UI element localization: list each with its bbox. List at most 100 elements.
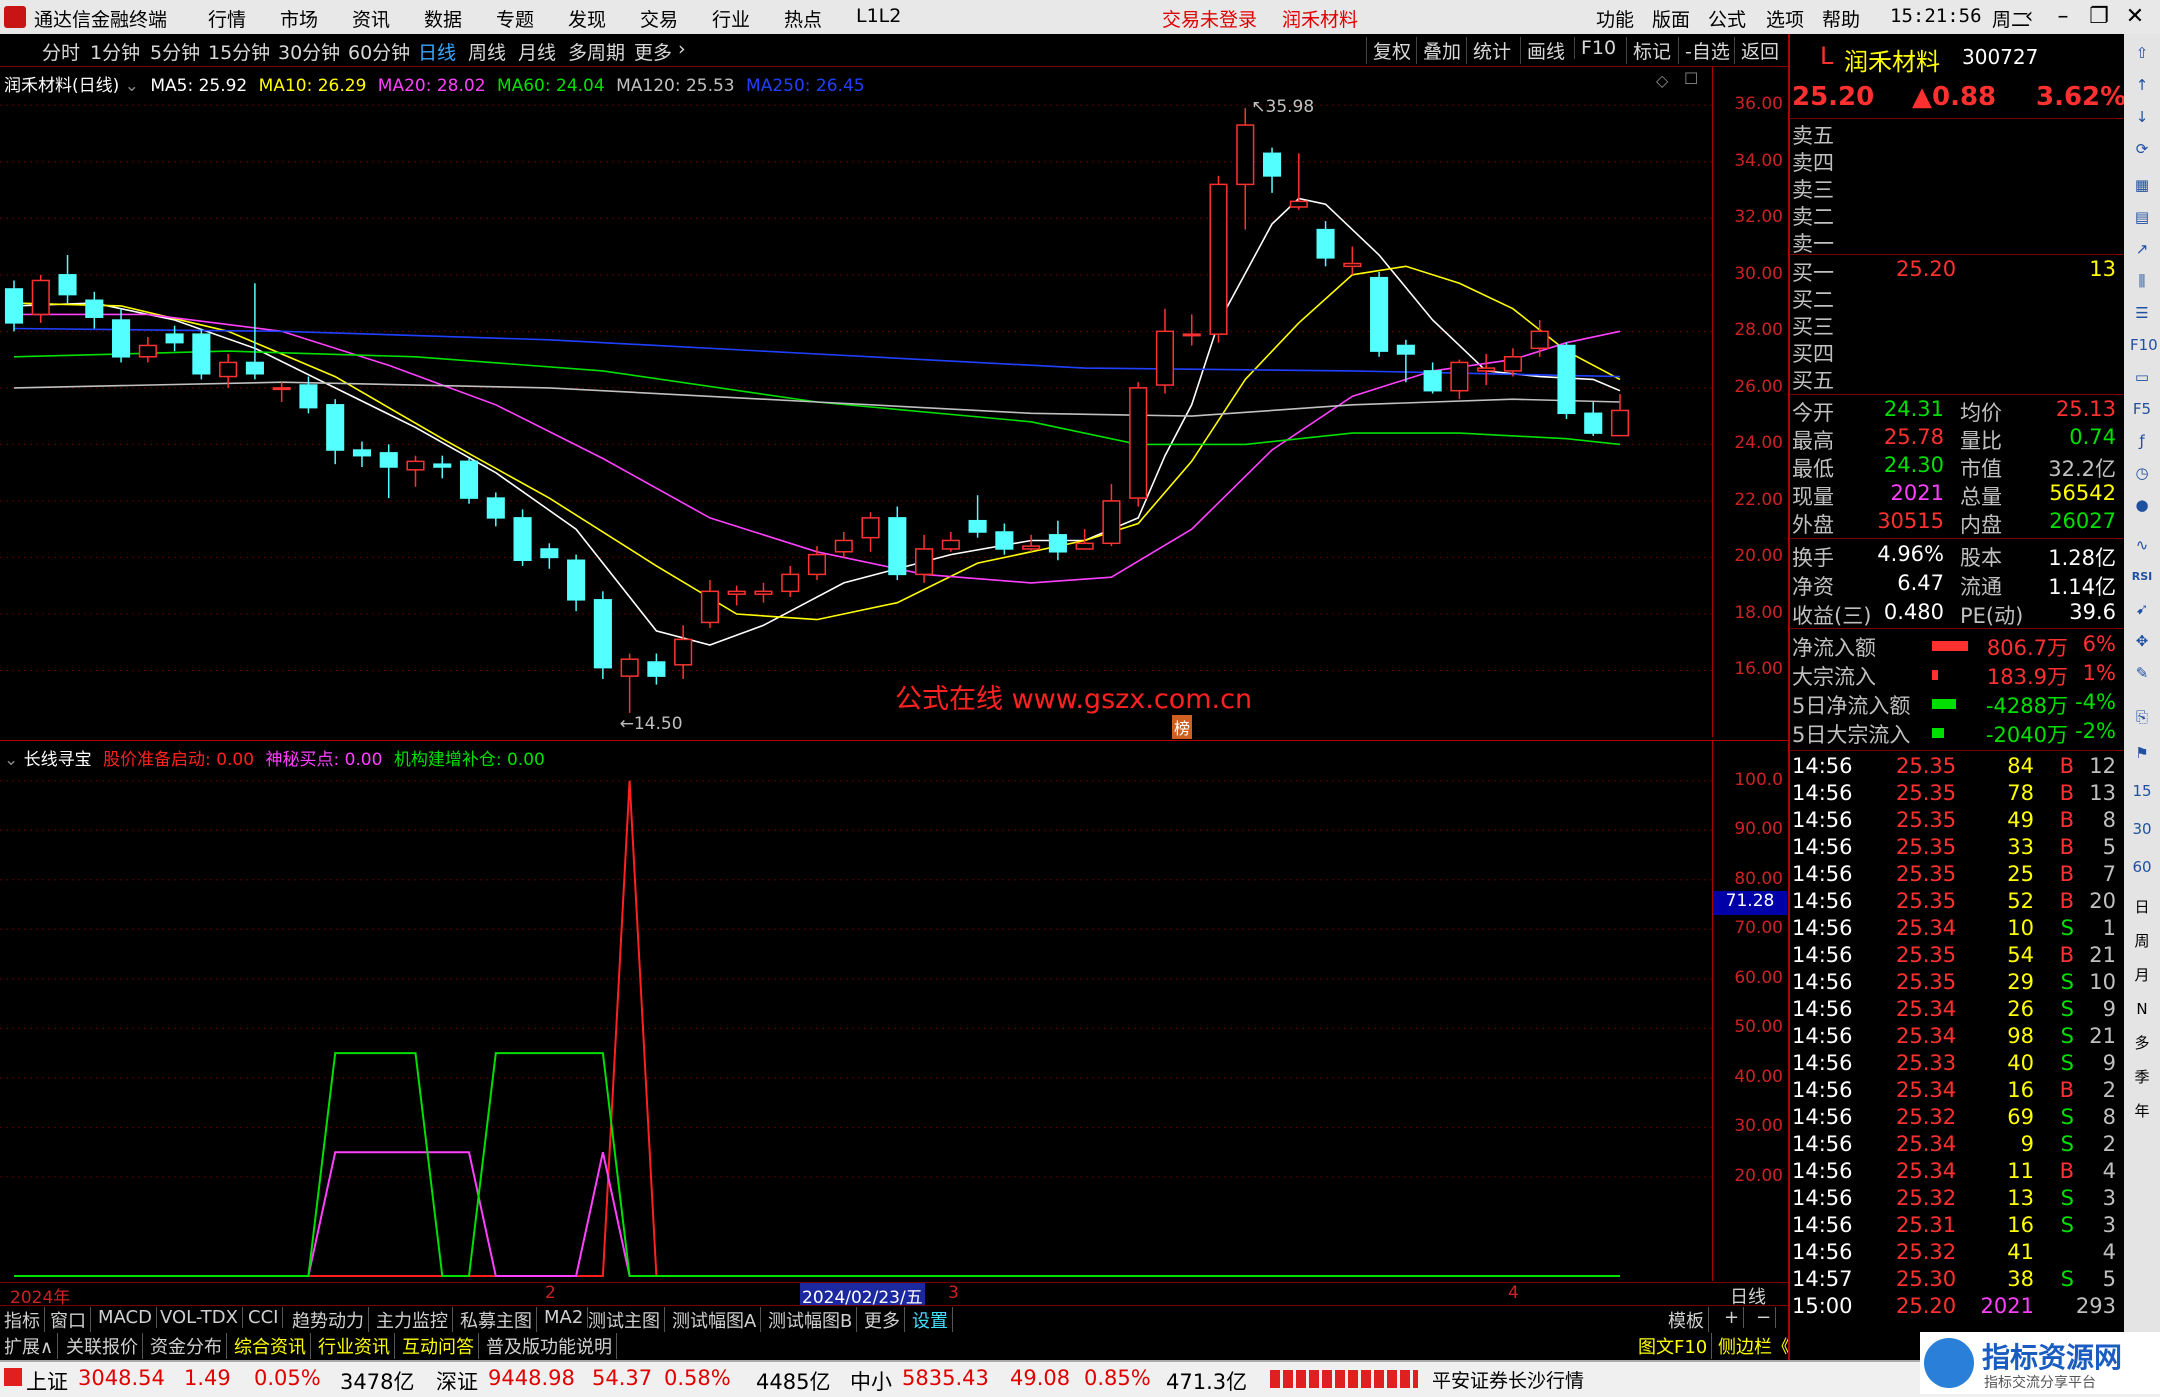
trade-row[interactable]: 14:56 25.35 33 B 5 xyxy=(1792,835,2122,862)
candle[interactable] xyxy=(58,255,77,304)
trade-row[interactable]: 14:56 25.35 84 B 12 xyxy=(1792,754,2122,781)
candle[interactable] xyxy=(1236,108,1255,230)
diamond-icon[interactable]: ◇ xyxy=(1656,71,1668,90)
flow-row[interactable]: 大宗流入 183.9万 1% xyxy=(1792,661,2122,689)
candle[interactable] xyxy=(433,455,452,479)
buy-level-row[interactable]: 买四 xyxy=(1792,338,2122,366)
side-month[interactable]: 月 xyxy=(2130,964,2154,986)
candle[interactable] xyxy=(1423,362,1442,394)
back-arrow-icon[interactable]: ‹ xyxy=(2014,3,2044,31)
buy-level-row[interactable]: 买五 xyxy=(1792,365,2122,393)
candle[interactable] xyxy=(1209,175,1228,343)
period-weekly[interactable]: 周线 xyxy=(468,38,506,65)
side-15[interactable]: 15 xyxy=(2130,780,2154,802)
indicator-name[interactable]: 长线寻宝 xyxy=(24,750,92,770)
doc-icon[interactable]: ▭ xyxy=(2130,366,2154,388)
tab-test-main[interactable]: 测试主图 xyxy=(584,1307,665,1333)
trade-row[interactable]: 14:56 25.32 13 S 3 xyxy=(1792,1186,2122,1213)
trade-row[interactable]: 14:56 25.35 78 B 13 xyxy=(1792,781,2122,808)
fundamental-row[interactable]: 换手 4.96% 股本 1.28亿 xyxy=(1792,542,2122,570)
candle[interactable] xyxy=(888,506,907,581)
chevron-circle-icon[interactable]: ⌄ xyxy=(4,750,18,770)
tab-related-quotes[interactable]: 关联报价 xyxy=(62,1333,143,1359)
sh-name[interactable]: 上证 xyxy=(26,1366,68,1396)
candle[interactable] xyxy=(593,591,612,679)
chevron-up-icon[interactable]: ⇧ xyxy=(2130,42,2154,64)
remove-pane-button[interactable]: − xyxy=(1752,1307,1777,1328)
trade-row[interactable]: 14:56 25.35 54 B 21 xyxy=(1792,943,2122,970)
candle[interactable] xyxy=(1584,402,1603,436)
trade-row[interactable]: 14:56 25.35 29 S 10 xyxy=(1792,970,2122,997)
rocket-icon[interactable]: ➹ xyxy=(2130,598,2154,620)
tab-vol-tdx[interactable]: VOL-TDX xyxy=(156,1307,243,1328)
side-season[interactable]: 季 xyxy=(2130,1066,2154,1088)
side-week[interactable]: 周 xyxy=(2130,930,2154,952)
candle[interactable] xyxy=(1316,221,1335,267)
candle[interactable] xyxy=(727,585,746,606)
close-pane-icon[interactable]: ☐ xyxy=(1684,69,1698,88)
arrow-down-icon[interactable]: ↓ xyxy=(2130,106,2154,128)
candle[interactable] xyxy=(1343,246,1362,275)
tool-f10[interactable]: F10 xyxy=(1574,37,1616,59)
menu-discover[interactable]: 发现 xyxy=(568,5,606,32)
indicator-pane[interactable]: ⌄ 长线寻宝 股价准备启动: 0.00 神秘买点: 0.00 机构建增补仓: 0… xyxy=(0,740,1712,1281)
candle[interactable] xyxy=(1182,314,1201,346)
menu-industry[interactable]: 行业 xyxy=(712,5,750,32)
trade-row[interactable]: 14:56 25.34 98 S 21 xyxy=(1792,1024,2122,1051)
menu-hot[interactable]: 热点 xyxy=(784,5,822,32)
side-60[interactable]: 60 xyxy=(2130,856,2154,878)
side-multi[interactable]: 多 xyxy=(2130,1032,2154,1054)
menu-quotes[interactable]: 行情 xyxy=(208,5,246,32)
trade-row[interactable]: 14:56 25.32 69 S 8 xyxy=(1792,1105,2122,1132)
stat-row[interactable]: 最低 24.30 市值 32.2亿 xyxy=(1792,453,2122,481)
tab-industry-news[interactable]: 行业资讯 xyxy=(314,1333,395,1359)
buy-level-row[interactable]: 买一 25.20 13 xyxy=(1792,257,2122,285)
fundamental-row[interactable]: 收益(三) 0.480 PE(动) 39.6 xyxy=(1792,600,2122,628)
candle[interactable] xyxy=(567,554,586,612)
refresh-icon[interactable]: ⟳ xyxy=(2130,138,2154,160)
period-monthly[interactable]: 月线 xyxy=(518,38,556,65)
candle[interactable] xyxy=(1102,483,1121,547)
f-icon[interactable]: ƒ xyxy=(2130,430,2154,452)
login-status[interactable]: 交易未登录 xyxy=(1162,5,1257,32)
restore-icon[interactable]: ❐ xyxy=(2084,3,2114,31)
menu-market[interactable]: 市场 xyxy=(280,5,318,32)
candlestick-pane[interactable]: ↖35.98 ←14.50 润禾材料(日线) ⌄ MA5: 25.92 MA10:… xyxy=(0,67,1712,739)
candle[interactable] xyxy=(138,337,157,363)
candle[interactable] xyxy=(620,653,639,713)
candle[interactable] xyxy=(941,532,960,552)
tool-restore-rights[interactable]: 复权 xyxy=(1366,37,1411,64)
tool-remove-watchlist[interactable]: -自选 xyxy=(1678,37,1730,64)
candle[interactable] xyxy=(1129,382,1148,507)
candle[interactable] xyxy=(995,523,1014,555)
indicator-chart[interactable] xyxy=(0,741,1712,1281)
candle[interactable] xyxy=(272,382,291,402)
tool-statistics[interactable]: 统计 xyxy=(1466,37,1511,64)
trade-row[interactable]: 14:56 25.32 41 4 xyxy=(1792,1240,2122,1267)
stat-row[interactable]: 最高 25.78 量比 0.74 xyxy=(1792,425,2122,453)
candle[interactable] xyxy=(915,534,934,583)
tab-help[interactable]: 普及版功能说明 xyxy=(482,1333,617,1359)
tab-qa[interactable]: 互动问答 xyxy=(398,1333,479,1359)
sz-name[interactable]: 深证 xyxy=(436,1366,478,1396)
pen-icon[interactable]: ✎ xyxy=(2130,662,2154,684)
candle[interactable] xyxy=(352,441,372,467)
add-pane-button[interactable]: + xyxy=(1720,1307,1745,1328)
f5-icon[interactable]: F5 xyxy=(2130,398,2154,420)
tab-window[interactable]: 窗口 xyxy=(46,1307,91,1333)
period-tick[interactable]: 分时 xyxy=(42,38,80,65)
kline-icon[interactable]: ⫼ xyxy=(2130,270,2154,292)
tab-template[interactable]: 模板 xyxy=(1664,1307,1709,1333)
candle[interactable] xyxy=(1370,272,1389,357)
candle[interactable] xyxy=(459,458,479,504)
sell-level-row[interactable]: 卖四 xyxy=(1792,147,2122,175)
chevron-right-icon[interactable]: › xyxy=(678,38,686,60)
candle[interactable] xyxy=(379,444,398,499)
candle[interactable] xyxy=(1450,359,1469,400)
side-n[interactable]: N xyxy=(2130,998,2154,1020)
candle[interactable] xyxy=(1155,308,1175,394)
rank-badge[interactable]: 榜 xyxy=(1172,715,1193,739)
tab-ma2[interactable]: MA2 xyxy=(540,1307,589,1328)
candle[interactable] xyxy=(674,625,693,679)
tab-test-sub-a[interactable]: 测试幅图A xyxy=(668,1307,762,1333)
